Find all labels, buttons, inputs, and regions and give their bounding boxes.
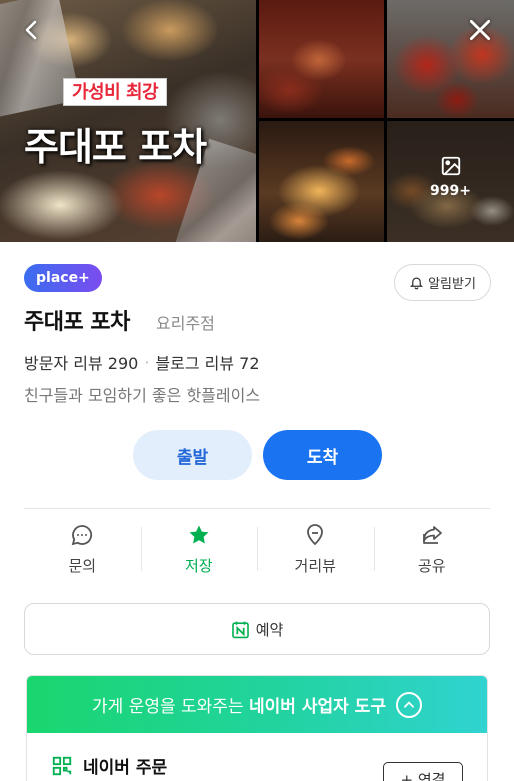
chevron-left-icon: [25, 20, 37, 40]
photo-count[interactable]: 999+: [387, 155, 514, 199]
place-plus-badge: place+: [24, 264, 102, 292]
blog-reviews-link[interactable]: 블로그 리뷰 72: [155, 350, 259, 374]
visitor-reviews-link[interactable]: 방문자 리뷰 290: [24, 350, 138, 374]
banner-text-bold: 네이버 사업자 도구: [249, 697, 386, 717]
depart-button[interactable]: 출발: [133, 430, 252, 480]
close-icon: [469, 19, 491, 41]
review-summary: 방문자 리뷰 290 · 블로그 리뷰 72: [24, 350, 260, 374]
save-button[interactable]: 저장: [140, 509, 258, 589]
reserve-button[interactable]: 예약: [24, 603, 490, 655]
street-view-label: 거리뷰: [294, 556, 336, 575]
street-view-button[interactable]: 거리뷰: [257, 509, 374, 589]
store-name: 주대포 포차: [24, 310, 130, 335]
chevron-up-icon: [395, 691, 422, 718]
save-label: 저장: [184, 556, 213, 575]
store-category: 요리주점: [156, 314, 215, 333]
star-icon: [189, 525, 209, 543]
connect-label: + 연결: [400, 770, 446, 781]
inquiry-button[interactable]: 문의: [24, 509, 141, 589]
alert-button-label: 알림받기: [428, 277, 476, 292]
bell-icon: [410, 277, 424, 290]
business-tools-box: 가게 운영을 도와주는 네이버 사업자 도구 네이버 주문 + 연결: [26, 675, 488, 781]
close-button[interactable]: [460, 10, 500, 50]
photo-count-label: 999+: [430, 183, 471, 199]
qr-code-icon: [52, 756, 72, 776]
connect-button[interactable]: + 연결: [383, 762, 463, 781]
share-label: 공유: [417, 556, 446, 575]
banner-text: 가게 운영을 도와주는 네이버 사업자 도구: [92, 692, 386, 717]
arrive-button[interactable]: 도착: [263, 430, 382, 480]
photo-pizza[interactable]: [259, 121, 384, 242]
store-description: 친구들과 모임하기 좋은 핫플레이스: [24, 386, 261, 405]
naver-calendar-icon: [231, 621, 249, 638]
inquiry-label: 문의: [68, 556, 97, 575]
banner-text-prefix: 가게 운영을 도와주는: [92, 697, 244, 717]
action-bar: 문의 저장 거리뷰 공유: [24, 509, 490, 589]
place-detail-page: 가성비 최강 주대포 포차 999+ place+ 알림받기 주대포 포차 요리…: [0, 0, 514, 781]
photo-gallery[interactable]: 가성비 최강 주대포 포차 999+: [0, 0, 514, 242]
photo-crowd[interactable]: [259, 0, 384, 118]
share-button[interactable]: 공유: [373, 509, 491, 589]
chat-bubble-icon: [71, 524, 93, 545]
promo-title: 주대포 포차: [24, 125, 207, 169]
reserve-label: 예약: [255, 620, 284, 639]
alert-button[interactable]: 알림받기: [394, 264, 491, 301]
share-icon: [422, 525, 442, 544]
separator-dot: ·: [144, 352, 150, 372]
back-button[interactable]: [12, 10, 52, 50]
naver-order-row: 네이버 주문 + 연결: [27, 733, 487, 781]
promo-tag: 가성비 최강: [63, 78, 168, 106]
map-pin-icon: [307, 523, 324, 545]
naver-order-label: 네이버 주문: [83, 758, 168, 778]
image-icon: [441, 156, 460, 176]
business-tools-banner[interactable]: 가게 운영을 도와주는 네이버 사업자 도구: [27, 676, 487, 733]
